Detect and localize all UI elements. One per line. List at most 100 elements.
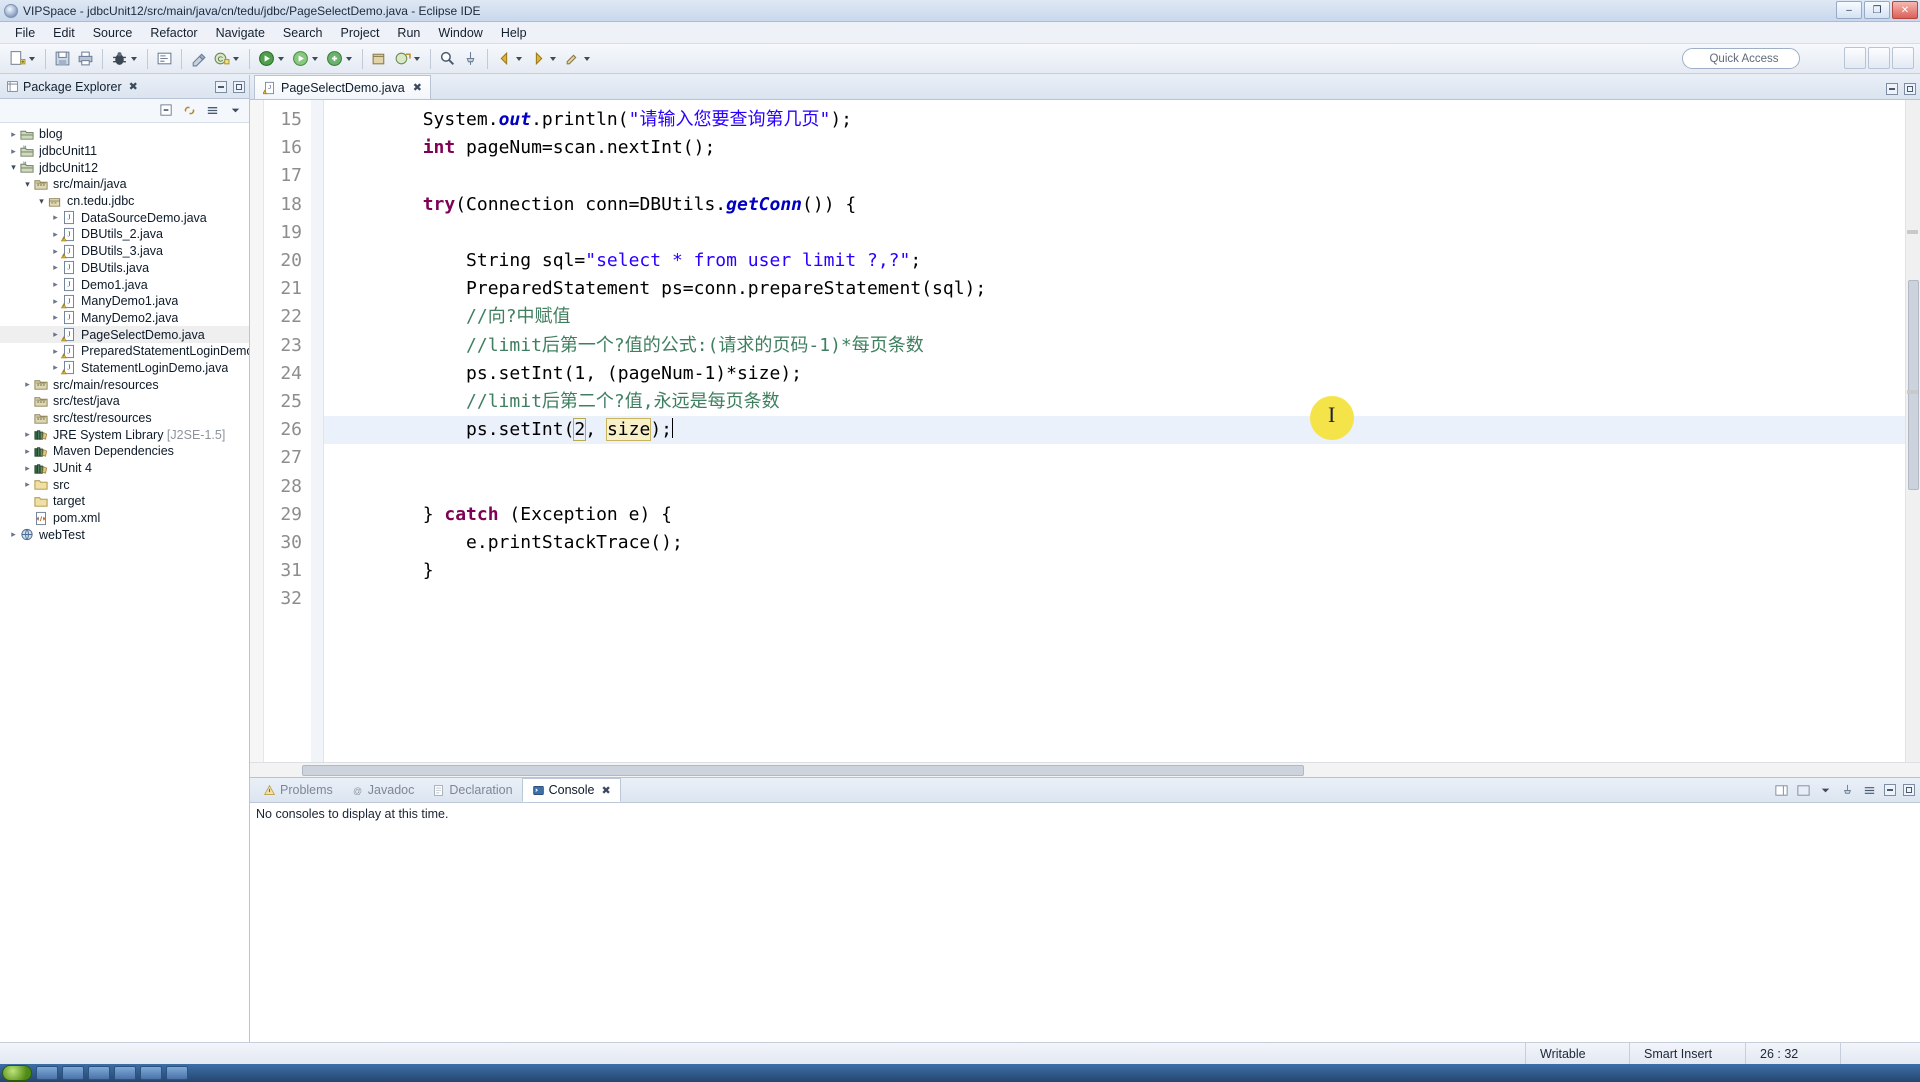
tree-item-src-test-resources[interactable]: src/test/resources bbox=[0, 410, 249, 427]
maximize-button[interactable]: ❐ bbox=[1864, 1, 1890, 19]
tree-item-manydemo1-java[interactable]: ▸ J ManyDemo1.java bbox=[0, 293, 249, 310]
collapse-all-icon[interactable] bbox=[159, 103, 174, 118]
link-with-editor-icon[interactable] bbox=[182, 103, 197, 118]
expand-arrow-down-icon[interactable]: ▾ bbox=[8, 162, 19, 173]
tab-console[interactable]: Console ✖ bbox=[521, 778, 621, 802]
code-line[interactable] bbox=[336, 585, 1920, 613]
tree-item-target[interactable]: target bbox=[0, 493, 249, 510]
menu-item-window[interactable]: Window bbox=[429, 24, 491, 42]
main-toolbar[interactable]: C Quick Access bbox=[0, 44, 1920, 74]
new-class-dropdown-icon[interactable] bbox=[233, 56, 239, 61]
expand-arrow-right-icon[interactable]: ▸ bbox=[8, 129, 19, 140]
tree-item-datasourcedemo-java[interactable]: ▸ J DataSourceDemo.java bbox=[0, 209, 249, 226]
expand-arrow-right-icon[interactable]: ▸ bbox=[22, 463, 33, 474]
back-dropdown-icon[interactable] bbox=[516, 56, 522, 61]
tree-item-junit-4[interactable]: ▸ JUnit 4 bbox=[0, 460, 249, 477]
menu-item-run[interactable]: Run bbox=[388, 24, 429, 42]
tab-package-explorer[interactable]: Package Explorer ✖ bbox=[0, 80, 144, 94]
code-line[interactable] bbox=[336, 472, 1920, 500]
expand-arrow-right-icon[interactable]: ▸ bbox=[22, 429, 33, 440]
code-editor[interactable]: 15 16 17 18 19 20 21 22 23 24 25 26 27 28 29 30 31 32 Sys… bbox=[250, 100, 1920, 762]
project-tree[interactable]: ▸ blog ▸ MjdbcUnit11 ▾ MjdbcUnit12 ▾ src/main/j… bbox=[0, 123, 249, 1042]
maximize-icon[interactable] bbox=[233, 80, 245, 93]
expand-arrow-right-icon[interactable]: ▸ bbox=[22, 479, 33, 490]
tree-item-cn-tedu-jdbc[interactable]: ▾ cn.tedu.jdbc bbox=[0, 193, 249, 210]
taskbar-item[interactable] bbox=[88, 1066, 110, 1080]
window-controls[interactable]: – ❐ ✕ bbox=[1836, 1, 1918, 19]
menu-item-help[interactable]: Help bbox=[492, 24, 536, 42]
run-last-button[interactable] bbox=[289, 47, 323, 71]
editor-window-controls[interactable] bbox=[1886, 83, 1916, 95]
tree-item-dbutils-3-java[interactable]: ▸ J DBUtils_3.java bbox=[0, 243, 249, 260]
code-line[interactable]: try(Connection conn=DBUtils.getConn()) { bbox=[336, 191, 1920, 219]
expand-arrow-right-icon[interactable]: ▸ bbox=[8, 529, 19, 540]
code-line[interactable]: ps.setInt(2, size); bbox=[324, 416, 1920, 445]
tree-item-src-main-java[interactable]: ▾ src/main/java bbox=[0, 176, 249, 193]
expand-arrow-right-icon[interactable]: ▸ bbox=[50, 312, 61, 323]
taskbar-item[interactable] bbox=[36, 1066, 58, 1080]
tree-item-dbutils-2-java[interactable]: ▸ J DBUtils_2.java bbox=[0, 226, 249, 243]
package-explorer-tabbar[interactable]: Package Explorer ✖ bbox=[0, 75, 249, 99]
overview-marker[interactable] bbox=[1907, 230, 1918, 234]
minimize-icon[interactable] bbox=[1884, 784, 1896, 796]
folding-ruler[interactable] bbox=[311, 100, 324, 762]
expand-arrow-right-icon[interactable]: ▸ bbox=[22, 446, 33, 457]
perspective-switcher[interactable] bbox=[1844, 47, 1914, 69]
tree-item-statementlogindemo-java[interactable]: ▸ J StatementLoginDemo.java bbox=[0, 360, 249, 377]
external-tools-dropdown-icon[interactable] bbox=[346, 56, 352, 61]
tree-item-jdbcunit12[interactable]: ▾ MjdbcUnit12 bbox=[0, 159, 249, 176]
tree-item-dbutils-java[interactable]: ▸ J DBUtils.java bbox=[0, 260, 249, 277]
tree-item-jdbcunit11[interactable]: ▸ MjdbcUnit11 bbox=[0, 143, 249, 160]
chevron-down-icon[interactable] bbox=[228, 103, 243, 118]
editor-tab-pageselectdemo[interactable]: J PageSelectDemo.java ✖ bbox=[254, 75, 431, 99]
taskbar-item[interactable] bbox=[62, 1066, 84, 1080]
code-line[interactable] bbox=[336, 219, 1920, 247]
expand-arrow-right-icon[interactable]: ▸ bbox=[50, 262, 61, 273]
tree-item-preparedstatementlogindemo-java[interactable]: ▸ J PreparedStatementLoginDemo.java bbox=[0, 343, 249, 360]
editor-horizontal-scrollbar[interactable] bbox=[250, 762, 1920, 777]
taskbar-item[interactable] bbox=[114, 1066, 136, 1080]
close-button[interactable]: ✕ bbox=[1892, 1, 1918, 19]
view-window-controls[interactable] bbox=[215, 80, 245, 93]
expand-arrow-right-icon[interactable]: ▸ bbox=[50, 296, 61, 307]
expand-arrow-right-icon[interactable]: ▸ bbox=[50, 246, 61, 257]
overview-marker[interactable] bbox=[1907, 390, 1918, 394]
menu-item-source[interactable]: Source bbox=[84, 24, 142, 42]
tree-item-maven-dependencies[interactable]: ▸ Maven Dependencies bbox=[0, 443, 249, 460]
back-button[interactable] bbox=[493, 47, 527, 71]
save-button[interactable] bbox=[51, 47, 74, 71]
expand-arrow-right-icon[interactable]: ▸ bbox=[8, 146, 19, 157]
view-menu-icon[interactable] bbox=[205, 103, 220, 118]
minimize-button[interactable]: – bbox=[1836, 1, 1862, 19]
external-tools-button[interactable] bbox=[323, 47, 357, 71]
minimize-icon[interactable] bbox=[215, 80, 227, 93]
new-wizard-dropdown-icon[interactable] bbox=[29, 56, 35, 61]
tree-item-manydemo2-java[interactable]: ▸ J ManyDemo2.java bbox=[0, 310, 249, 327]
tab-declaration[interactable]: Declaration bbox=[423, 778, 521, 802]
maximize-icon[interactable] bbox=[1903, 784, 1915, 796]
debug-button[interactable] bbox=[108, 47, 142, 71]
menu-item-refactor[interactable]: Refactor bbox=[141, 24, 206, 42]
tree-item-pageselectdemo-java[interactable]: ▸ J PageSelectDemo.java bbox=[0, 326, 249, 343]
debug-dropdown-icon[interactable] bbox=[131, 56, 137, 61]
new-java-class-button[interactable]: C bbox=[210, 47, 244, 71]
tree-item-src-test-java[interactable]: src/test/java bbox=[0, 393, 249, 410]
run-button[interactable] bbox=[255, 47, 289, 71]
package-explorer-toolbar[interactable] bbox=[0, 99, 249, 123]
print-button[interactable] bbox=[74, 47, 97, 71]
menu-item-file[interactable]: File bbox=[6, 24, 44, 42]
code-line[interactable]: int pageNum=scan.nextInt(); bbox=[336, 134, 1920, 162]
menu-bar[interactable]: File Edit Source Refactor Navigate Searc… bbox=[0, 22, 1920, 44]
expand-arrow-right-icon[interactable]: ▸ bbox=[50, 362, 61, 373]
editor-tabbar[interactable]: J PageSelectDemo.java ✖ bbox=[250, 75, 1920, 100]
maximize-icon[interactable] bbox=[1904, 83, 1916, 95]
expand-arrow-right-icon[interactable]: ▸ bbox=[50, 229, 61, 240]
tree-item-jre-system-library[interactable]: ▸ JRE System Library [J2SE-1.5] bbox=[0, 426, 249, 443]
code-line[interactable] bbox=[336, 162, 1920, 190]
chevron-down-icon[interactable] bbox=[1818, 783, 1833, 798]
menu-item-edit[interactable]: Edit bbox=[44, 24, 84, 42]
close-icon[interactable]: ✖ bbox=[129, 80, 138, 93]
code-line[interactable]: } bbox=[336, 557, 1920, 585]
forward-dropdown-icon[interactable] bbox=[550, 56, 556, 61]
last-edit-dropdown-icon[interactable] bbox=[584, 56, 590, 61]
